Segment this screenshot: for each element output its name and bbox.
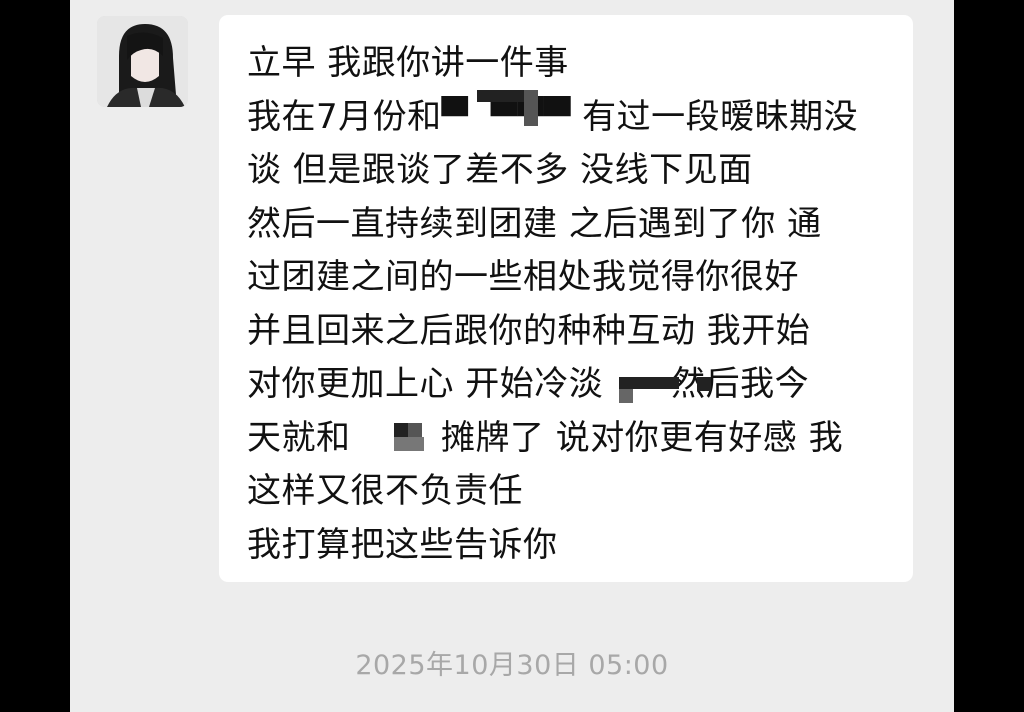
- message-line: 然后一直持续到团建 之后遇到了你 通: [247, 203, 822, 244]
- message-line: 谈 但是跟谈了差不多 没线下见面: [247, 150, 753, 190]
- message-line: 天就和 摊牌了 说对你更有好感 我: [247, 417, 844, 458]
- redaction-block: [394, 437, 424, 451]
- message-line: 并且回来之后跟你的种种互动 我开始: [247, 310, 811, 351]
- redaction-block: [408, 423, 422, 437]
- message-line: 过团建之间的一些相处我觉得你很好: [247, 257, 799, 297]
- sender-avatar[interactable]: [97, 16, 188, 107]
- message-line: 对你更加上心 开始冷淡 然后我今: [247, 364, 810, 404]
- redaction-block: [697, 377, 711, 391]
- message-line: 这样又很不负责任: [247, 471, 523, 511]
- redaction-block: [394, 423, 408, 437]
- message-timestamp: 2025年10月30日 05:00: [355, 650, 669, 681]
- message-bubble[interactable]: 立早 我跟你讲一件事 我在7月份和▀ ▀▀▀ 有过一段暧昧期没 谈 但是跟谈了差…: [219, 15, 913, 582]
- chat-screen: 立早 我跟你讲一件事 我在7月份和▀ ▀▀▀ 有过一段暧昧期没 谈 但是跟谈了差…: [70, 0, 954, 712]
- avatar-icon: [97, 16, 188, 107]
- redaction-block: [619, 377, 679, 389]
- redaction-block: [524, 90, 538, 126]
- message-line: 我打算把这些告诉你: [247, 524, 558, 565]
- message-line: 我在7月份和▀ ▀▀▀ 有过一段暧昧期没: [247, 96, 859, 137]
- redaction-block: [619, 389, 633, 403]
- message-line: 立早 我跟你讲一件事: [247, 43, 569, 83]
